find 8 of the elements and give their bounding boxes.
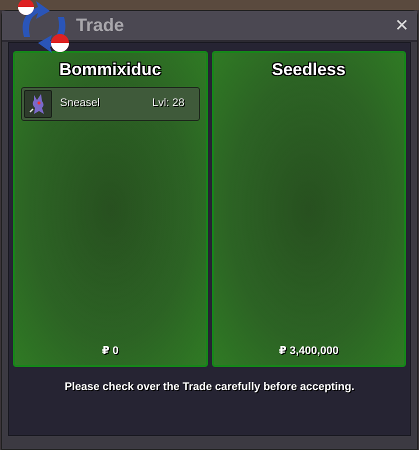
warning-message: Please check over the Trade carefully before accepting.: [64, 380, 356, 395]
money-amount: ₽ 0: [102, 344, 119, 358]
close-button[interactable]: ✕: [392, 17, 411, 34]
pokemon-slot[interactable]: Sneasel Lvl: 28: [21, 86, 200, 120]
money-amount: ₽ 3,400,000: [278, 344, 339, 358]
window-title: Trade: [76, 14, 124, 37]
trader-name: Seedless: [272, 59, 346, 81]
trader-name: Bommixiduc: [59, 59, 162, 81]
